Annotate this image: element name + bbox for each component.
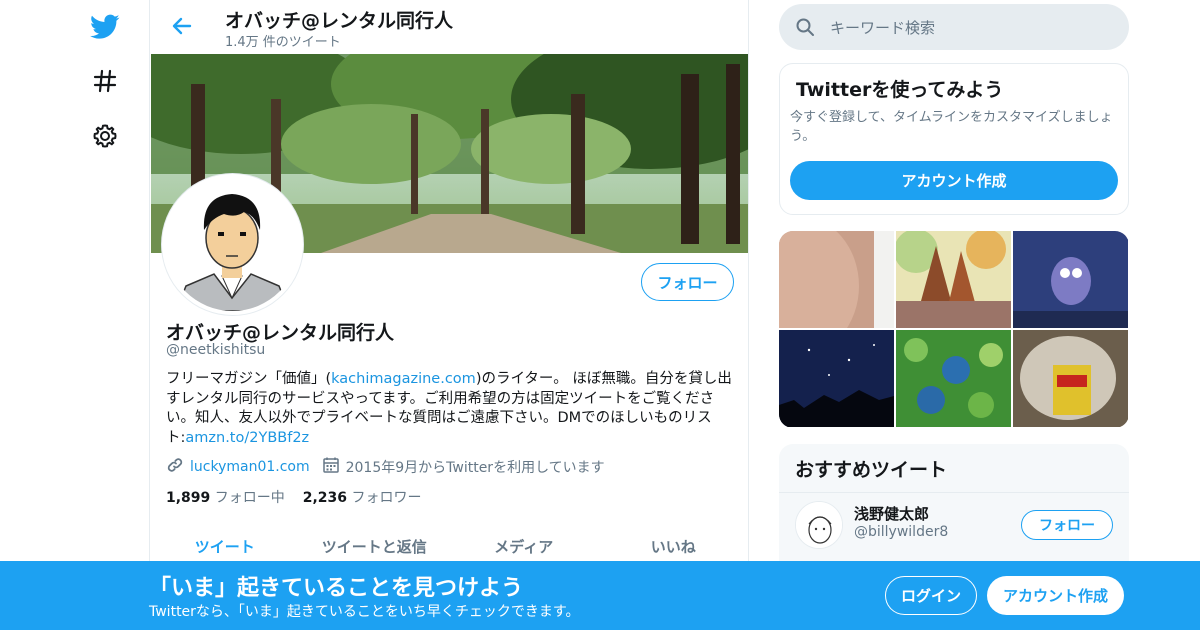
gear-icon[interactable]: [88, 119, 122, 153]
follow-stats: 1,899 フォロー中 2,236 フォロワー: [166, 487, 422, 507]
profile-header-bar: オバッチ@レンタル同行人 1.4万 件のツイート: [150, 0, 748, 54]
arrow-left-icon[interactable]: [168, 12, 196, 40]
recommended-title: おすすめツイート: [795, 459, 948, 481]
recommended-tweets-card: おすすめツイート 浅野健太郎 @billywilder8 フォロー: [779, 444, 1129, 574]
hash-icon[interactable]: [88, 64, 122, 98]
page: オバッチ@レンタル同行人 1.4万 件のツイート フォロー オバッチ@レンタル同…: [0, 0, 1200, 630]
search-input[interactable]: キーワード検索: [830, 17, 935, 38]
search-icon: [795, 17, 815, 41]
avatar[interactable]: [795, 501, 843, 549]
bottom-signup-bar: 「いま」起きていることを見つけよう Twitterなら、「いま」起きていることを…: [0, 561, 1200, 630]
followers-count: 2,236: [302, 490, 348, 506]
media-thumbnail[interactable]: [896, 330, 1011, 427]
bio-link[interactable]: kachimagazine.com: [331, 371, 476, 387]
following-label: フォロー中: [214, 490, 285, 506]
header-tweet-count: 1.4万 件のツイート: [225, 35, 341, 50]
bottom-bar-subtitle: Twitterなら、「いま」起きていることをいち早くチェックできます。: [149, 604, 580, 620]
left-nav: [80, 0, 130, 630]
following-stat[interactable]: 1,899 フォロー中: [166, 490, 285, 506]
twitter-bird-icon[interactable]: [88, 10, 122, 44]
media-thumbnail[interactable]: [779, 231, 894, 328]
calendar-icon: [322, 456, 340, 478]
joined-date: 2015年9月からTwitterを利用しています: [345, 460, 605, 476]
recommended-user-handle: @billywilder8: [854, 524, 949, 540]
header-title: オバッチ@レンタル同行人: [225, 10, 454, 32]
signup-card-title: Twitterを使ってみよう: [796, 79, 1004, 101]
tab-media[interactable]: メディア: [449, 525, 599, 565]
tab-tweets-replies[interactable]: ツイートと返信: [300, 525, 450, 565]
link-icon: [166, 456, 184, 478]
recommended-follow-button[interactable]: フォロー: [1021, 510, 1113, 540]
signup-card: Twitterを使ってみよう 今すぐ登録して、タイムラインをカスタマイズしましょ…: [779, 63, 1129, 215]
profile-handle: @neetkishitsu: [166, 342, 266, 358]
follow-button[interactable]: フォロー: [641, 263, 734, 301]
profile-column: オバッチ@レンタル同行人 1.4万 件のツイート フォロー オバッチ@レンタル同…: [149, 0, 749, 630]
profile-bio: フリーマガジン「価値」(kachimagazine.com)のライター。 ほぼ無…: [166, 370, 736, 448]
create-account-button[interactable]: アカウント作成: [790, 161, 1118, 200]
bio-link[interactable]: amzn.to/2YBBf2z: [185, 430, 309, 446]
recommended-user[interactable]: 浅野健太郎 @billywilder8 フォロー: [779, 492, 1129, 562]
media-thumbnail[interactable]: [1013, 330, 1128, 427]
following-count: 1,899: [166, 490, 211, 506]
media-thumbnail[interactable]: [896, 231, 1011, 328]
tab-tweets[interactable]: ツイート: [150, 525, 300, 565]
followers-label: フォロワー: [351, 490, 422, 506]
bottom-bar-title: 「いま」起きていることを見つけよう: [149, 576, 524, 601]
media-thumbnail[interactable]: [779, 330, 894, 427]
search-box[interactable]: キーワード検索: [779, 4, 1129, 50]
followers-stat[interactable]: 2,236 フォロワー: [303, 490, 422, 506]
profile-tabs: ツイート ツイートと返信 メディア いいね: [150, 525, 748, 565]
website-link[interactable]: luckyman01.com: [190, 459, 310, 475]
recommended-user-name: 浅野健太郎: [854, 505, 930, 523]
media-grid: [779, 231, 1129, 428]
bio-text: フリーマガジン「価値」(: [166, 371, 332, 387]
tab-likes[interactable]: いいね: [599, 525, 749, 565]
signup-button[interactable]: アカウント作成: [987, 576, 1124, 615]
profile-avatar[interactable]: [162, 174, 303, 315]
profile-name: オバッチ@レンタル同行人: [166, 322, 395, 344]
login-button[interactable]: ログイン: [885, 576, 977, 615]
profile-meta: luckyman01.com 2015年9月からTwitterを利用しています: [166, 456, 605, 478]
media-thumbnail[interactable]: [1013, 231, 1128, 328]
signup-card-subtitle: 今すぐ登録して、タイムラインをカスタマイズしましょう。: [790, 110, 1113, 144]
